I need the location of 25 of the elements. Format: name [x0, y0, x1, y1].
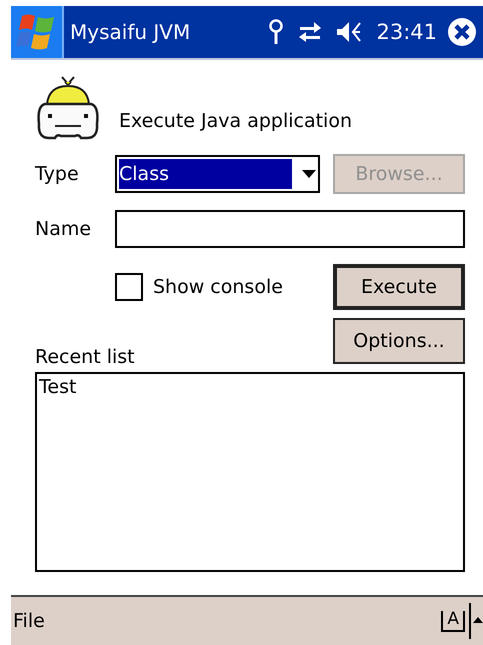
name-label: Name: [35, 218, 92, 240]
options-button[interactable]: Options...: [333, 318, 465, 364]
menu-item[interactable]: File: [13, 610, 45, 632]
name-input-field[interactable]: [115, 210, 465, 248]
connectivity-icon: [298, 20, 322, 44]
dropdown-value: Class: [119, 159, 292, 189]
window-title: Mysaifu JVM: [70, 20, 192, 44]
antenna-icon: [268, 19, 284, 45]
input-panel-button[interactable]: A: [441, 610, 465, 632]
close-icon[interactable]: [447, 17, 477, 47]
dialog-heading: Execute Java application: [119, 110, 352, 132]
type-label: Type: [35, 163, 80, 185]
dropdown-arrow-icon: [302, 170, 316, 178]
recent-list-item[interactable]: Test: [39, 376, 461, 398]
up-arrow-icon[interactable]: [469, 603, 483, 639]
recent-list-label: Recent list: [35, 346, 135, 368]
recent-listbox[interactable]: Test: [35, 372, 465, 572]
clock-time: 23:41: [376, 20, 437, 44]
checkbox[interactable]: [115, 273, 143, 301]
type-dropdown[interactable]: Class: [115, 155, 320, 193]
start-button[interactable]: [11, 6, 64, 58]
execute-button[interactable]: Execute: [333, 264, 465, 310]
speaker-icon: [336, 20, 362, 44]
purse-mascot-icon: [35, 74, 101, 142]
show-console-label: Show console: [153, 276, 283, 298]
